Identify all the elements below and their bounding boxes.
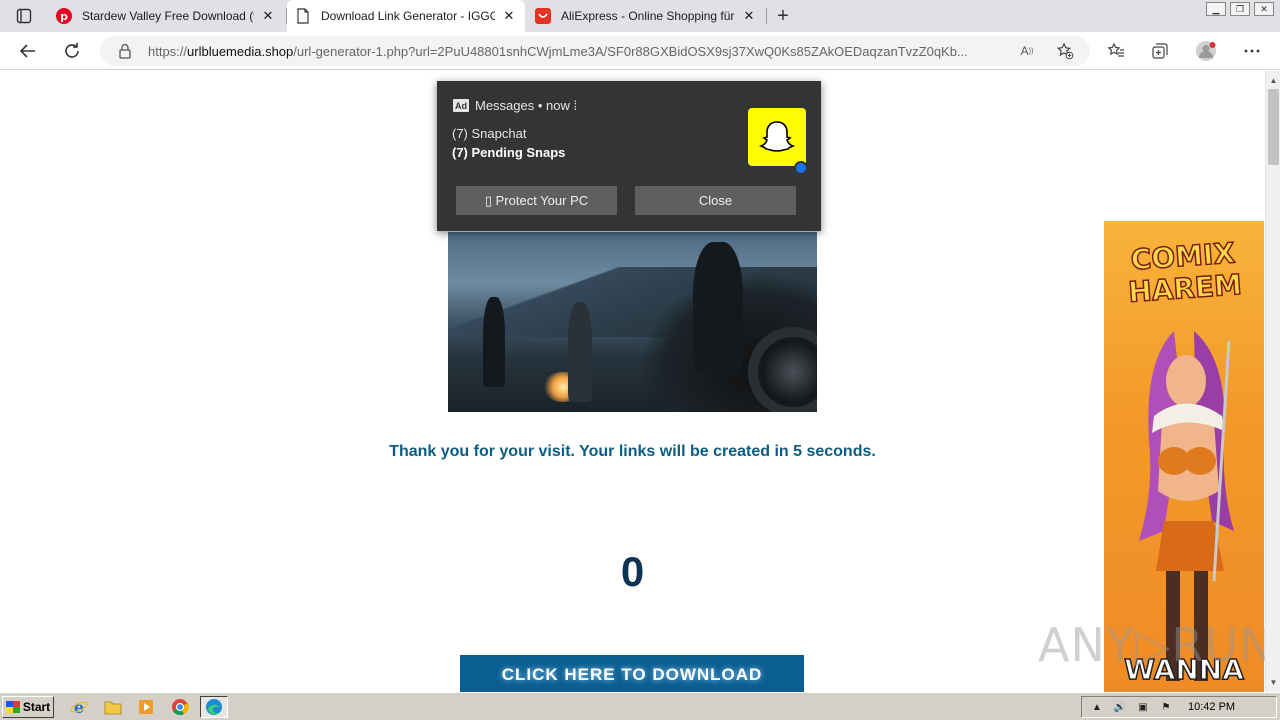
taskbar: Start e ▲ 🔊 ▣ ⚑ 10:42 PM [0, 692, 1280, 720]
ad-notification-popup[interactable]: Ad Messages • now ⁞ (7) Snapchat (7) Pen… [437, 81, 821, 231]
refresh-icon [65, 43, 79, 58]
snapchat-ghost-icon [748, 108, 806, 166]
new-tab-button[interactable]: + [772, 5, 794, 27]
more-dots-icon [1244, 49, 1260, 53]
tab-actions-button[interactable] [8, 5, 40, 27]
edge-taskbar-icon[interactable] [200, 696, 228, 718]
scroll-up-icon[interactable]: ▲ [1266, 73, 1280, 88]
minimize-icon[interactable]: ▁ [1206, 2, 1226, 16]
vertical-scrollbar[interactable]: ▲ ▼ [1265, 71, 1280, 692]
tab-title: Stardew Valley Free Download (v1 [82, 9, 254, 23]
tab-title: Download Link Generator - IGGG [321, 9, 495, 23]
window-controls: ▁ ❐ ✕ [1206, 2, 1274, 16]
svg-text:p: p [60, 10, 68, 23]
chrome-icon[interactable] [171, 698, 189, 716]
media-player-icon[interactable] [137, 698, 155, 716]
back-arrow-icon [19, 44, 35, 58]
window-close-icon[interactable]: ✕ [1254, 2, 1274, 16]
tab-close-icon[interactable]: ✕ [741, 8, 757, 24]
back-button[interactable] [15, 38, 41, 64]
tab-strip: p Stardew Valley Free Download (v1 ✕ Dow… [0, 0, 1280, 32]
tab-stardew[interactable]: p Stardew Valley Free Download (v1 ✕ [48, 0, 284, 32]
address-bar[interactable]: https://urlbluemedia.shop/url-generator-… [100, 36, 1090, 66]
favorites-icon [1107, 42, 1124, 57]
pinterest-icon: p [56, 8, 72, 24]
favorites-button[interactable] [1103, 38, 1129, 64]
restore-icon[interactable]: ❐ [1230, 2, 1250, 16]
system-tray: ▲ 🔊 ▣ ⚑ 10:42 PM [1081, 696, 1277, 718]
notification-header: Ad Messages • now ⁞ [453, 98, 577, 113]
countdown-counter: 0 [620, 548, 645, 595]
more-menu-button[interactable] [1239, 38, 1265, 64]
notification-source: Messages • now ⁞ [475, 98, 578, 113]
ad-badge: Ad [453, 99, 469, 112]
collections-button[interactable] [1147, 38, 1173, 64]
download-button[interactable]: CLICK HERE TO DOWNLOAD [460, 655, 804, 692]
clock: 10:42 PM [1188, 701, 1236, 713]
tab-close-icon[interactable]: ✕ [501, 8, 517, 24]
browser-toolbar: https://urlbluemedia.shop/url-generator-… [0, 32, 1280, 70]
profile-button[interactable] [1193, 38, 1219, 64]
volume-icon[interactable]: 🔊 [1112, 700, 1128, 714]
anyrun-watermark: ANY▷RUN [1038, 618, 1265, 672]
tab-title: AliExpress - Online Shopping für [561, 9, 735, 23]
protect-your-pc-button[interactable]: ▯ Protect Your PC [456, 186, 617, 215]
file-explorer-icon[interactable] [104, 698, 122, 716]
refresh-button[interactable] [59, 38, 85, 64]
notification-line-1: (7) Snapchat [452, 126, 527, 141]
language-icon[interactable]: ▲ [1089, 700, 1105, 714]
tab-aliexpress[interactable]: AliExpress - Online Shopping für ✕ [527, 0, 765, 32]
tab-separator [766, 8, 767, 24]
scroll-down-icon[interactable]: ▼ [1266, 675, 1280, 690]
add-favorite-icon[interactable] [1056, 42, 1074, 60]
notification-close-button[interactable]: Close [635, 186, 796, 215]
windows-flag-icon [5, 701, 20, 713]
flag-icon[interactable]: ⚑ [1158, 700, 1174, 714]
start-button[interactable]: Start [2, 696, 54, 718]
tab-actions-icon [16, 8, 32, 24]
scroll-thumb[interactable] [1268, 89, 1279, 165]
avatar-icon [1196, 41, 1216, 61]
lock-icon[interactable] [118, 43, 134, 59]
read-aloud-icon[interactable]: A)) [1018, 42, 1036, 60]
start-label: Start [22, 700, 51, 714]
notification-line-2: (7) Pending Snaps [452, 145, 566, 160]
url-text[interactable]: https://urlbluemedia.shop/url-generator-… [148, 44, 1013, 59]
hero-image [448, 232, 817, 412]
aliexpress-icon [535, 8, 551, 24]
thank-you-message: Thank you for your visit. Your links wil… [389, 443, 876, 460]
tab-download-link-generator[interactable]: Download Link Generator - IGGG ✕ [287, 0, 525, 32]
network-icon[interactable]: ▣ [1135, 700, 1151, 714]
reply-badge-icon [794, 161, 808, 175]
internet-explorer-icon[interactable]: e [70, 698, 88, 716]
svg-text:e: e [74, 698, 84, 716]
collections-icon [1152, 43, 1168, 59]
ad-title: COMIX HAREM [1126, 236, 1243, 310]
page-icon [295, 8, 311, 24]
tab-close-icon[interactable]: ✕ [260, 8, 276, 24]
